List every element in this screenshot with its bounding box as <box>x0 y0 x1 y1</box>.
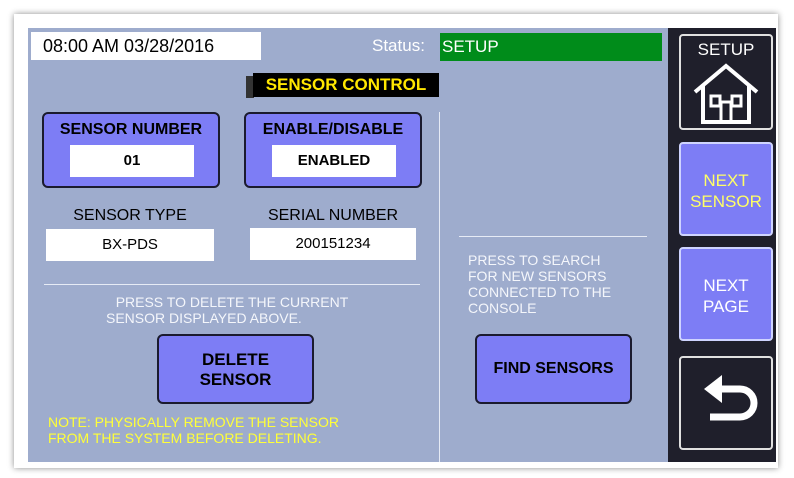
find-sensors-button[interactable]: FIND SENSORS <box>475 334 632 404</box>
delete-instructions-line: PRESS TO DELETE THE CURRENT <box>115 294 349 310</box>
find-instructions-line: CONSOLE <box>468 300 537 316</box>
home-icon <box>693 63 759 124</box>
serial-number-value: 200151234 <box>250 228 416 260</box>
delete-sensor-button[interactable]: DELETE SENSOR <box>157 334 314 404</box>
serial-number-label: SERIAL NUMBER <box>267 207 399 224</box>
enable-disable-label: ENABLE/DISABLE <box>262 121 404 138</box>
delete-instructions-line: SENSOR DISPLAYED ABOVE. <box>106 310 302 326</box>
sensor-number-value: 01 <box>70 145 194 177</box>
vertical-divider <box>439 112 440 462</box>
enable-disable-button[interactable]: ENABLE/DISABLE ENABLED <box>244 112 422 188</box>
delete-instructions: PRESS TO DELETE THE CURRENT SENSOR DISPL… <box>44 294 420 326</box>
delete-note-line: FROM THE SYSTEM BEFORE DELETING. <box>48 430 322 446</box>
next-page-button[interactable]: NEXT PAGE <box>679 247 773 341</box>
sensor-number-button[interactable]: SENSOR NUMBER 01 <box>42 112 220 188</box>
sensor-number-label: SENSOR NUMBER <box>59 121 203 138</box>
setup-home-button[interactable]: SETUP <box>679 34 773 130</box>
delete-sensor-label: DELETE <box>201 350 270 369</box>
delete-sensor-label: SENSOR <box>199 370 272 389</box>
enable-disable-value: ENABLED <box>272 145 396 177</box>
page-title: SENSOR CONTROL <box>253 73 439 97</box>
next-sensor-label: NEXT <box>703 171 749 190</box>
find-sensors-label: FIND SENSORS <box>493 360 614 377</box>
sensor-type-label: SENSOR TYPE <box>73 207 187 224</box>
setup-label: SETUP <box>697 40 755 59</box>
delete-note: NOTE: PHYSICALLY REMOVE THE SENSOR FROM … <box>48 414 428 446</box>
sensor-type-value: BX-PDS <box>46 229 214 261</box>
status-badge: SETUP <box>440 33 662 61</box>
next-sensor-button[interactable]: NEXT SENSOR <box>679 142 773 236</box>
next-page-label: PAGE <box>703 297 749 316</box>
right-horizontal-divider <box>459 236 647 237</box>
left-horizontal-divider <box>44 284 420 285</box>
datetime-display: 08:00 AM 03/28/2016 <box>31 32 261 60</box>
next-sensor-label: SENSOR <box>690 192 762 211</box>
back-button[interactable] <box>679 356 773 450</box>
status-label: Status: <box>372 36 425 55</box>
find-instructions: PRESS TO SEARCH FOR NEW SENSORS CONNECTE… <box>468 252 646 316</box>
find-instructions-line: FOR NEW SENSORS <box>468 268 607 284</box>
find-instructions-line: CONNECTED TO THE <box>468 284 612 300</box>
back-arrow-icon <box>704 375 758 421</box>
find-instructions-line: PRESS TO SEARCH <box>468 252 601 268</box>
next-page-label: NEXT <box>703 276 749 295</box>
delete-note-line: NOTE: PHYSICALLY REMOVE THE SENSOR <box>48 414 339 430</box>
